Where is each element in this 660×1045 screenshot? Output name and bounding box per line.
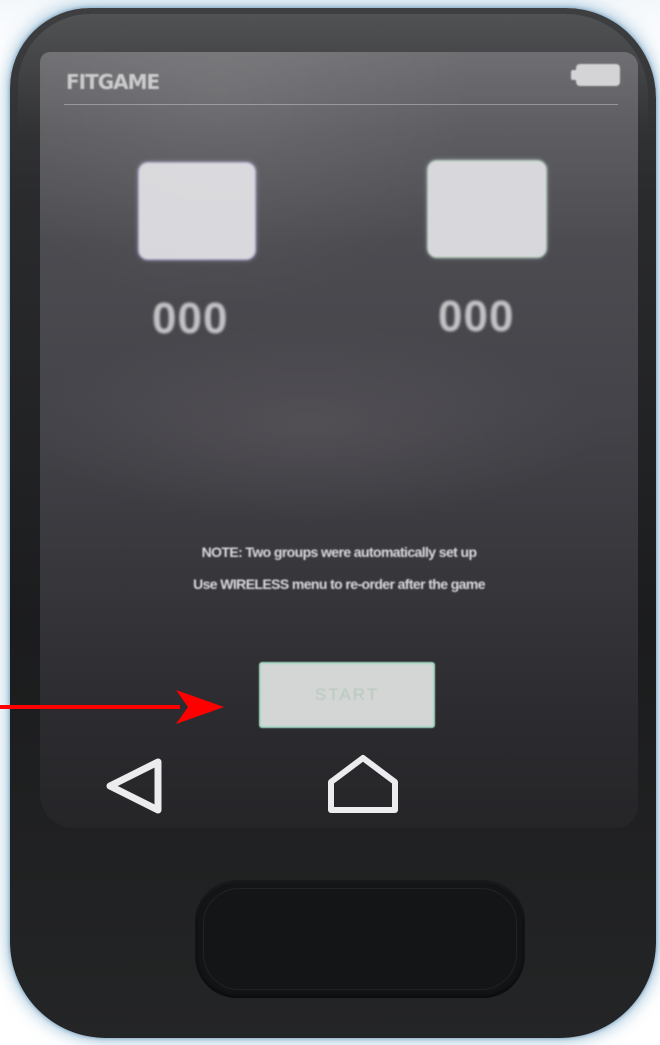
status-bar: FITGAME xyxy=(40,52,638,106)
home-icon[interactable] xyxy=(325,752,401,816)
group-a-square-icon[interactable] xyxy=(138,162,256,260)
back-triangle-icon[interactable] xyxy=(102,754,166,818)
red-arrow-icon xyxy=(0,690,224,724)
group-b-square-icon[interactable] xyxy=(427,160,547,258)
app-title: FITGAME xyxy=(66,70,160,94)
device-body: FITGAME 000 000 NOTE: Two groups were au… xyxy=(10,8,656,1038)
hardware-button[interactable] xyxy=(195,880,525,998)
start-button[interactable]: START xyxy=(259,662,435,728)
note-line-1: NOTE: Two groups were automatically set … xyxy=(201,544,477,560)
battery-icon xyxy=(571,64,620,86)
group-a-score: 000 xyxy=(152,294,229,343)
screenshot-page: FITGAME 000 000 NOTE: Two groups were au… xyxy=(0,0,660,1045)
group-b-score: 000 xyxy=(438,292,515,341)
note-line-2: Use WIRELESS menu to re-order after the … xyxy=(193,576,485,592)
title-divider xyxy=(64,104,618,105)
